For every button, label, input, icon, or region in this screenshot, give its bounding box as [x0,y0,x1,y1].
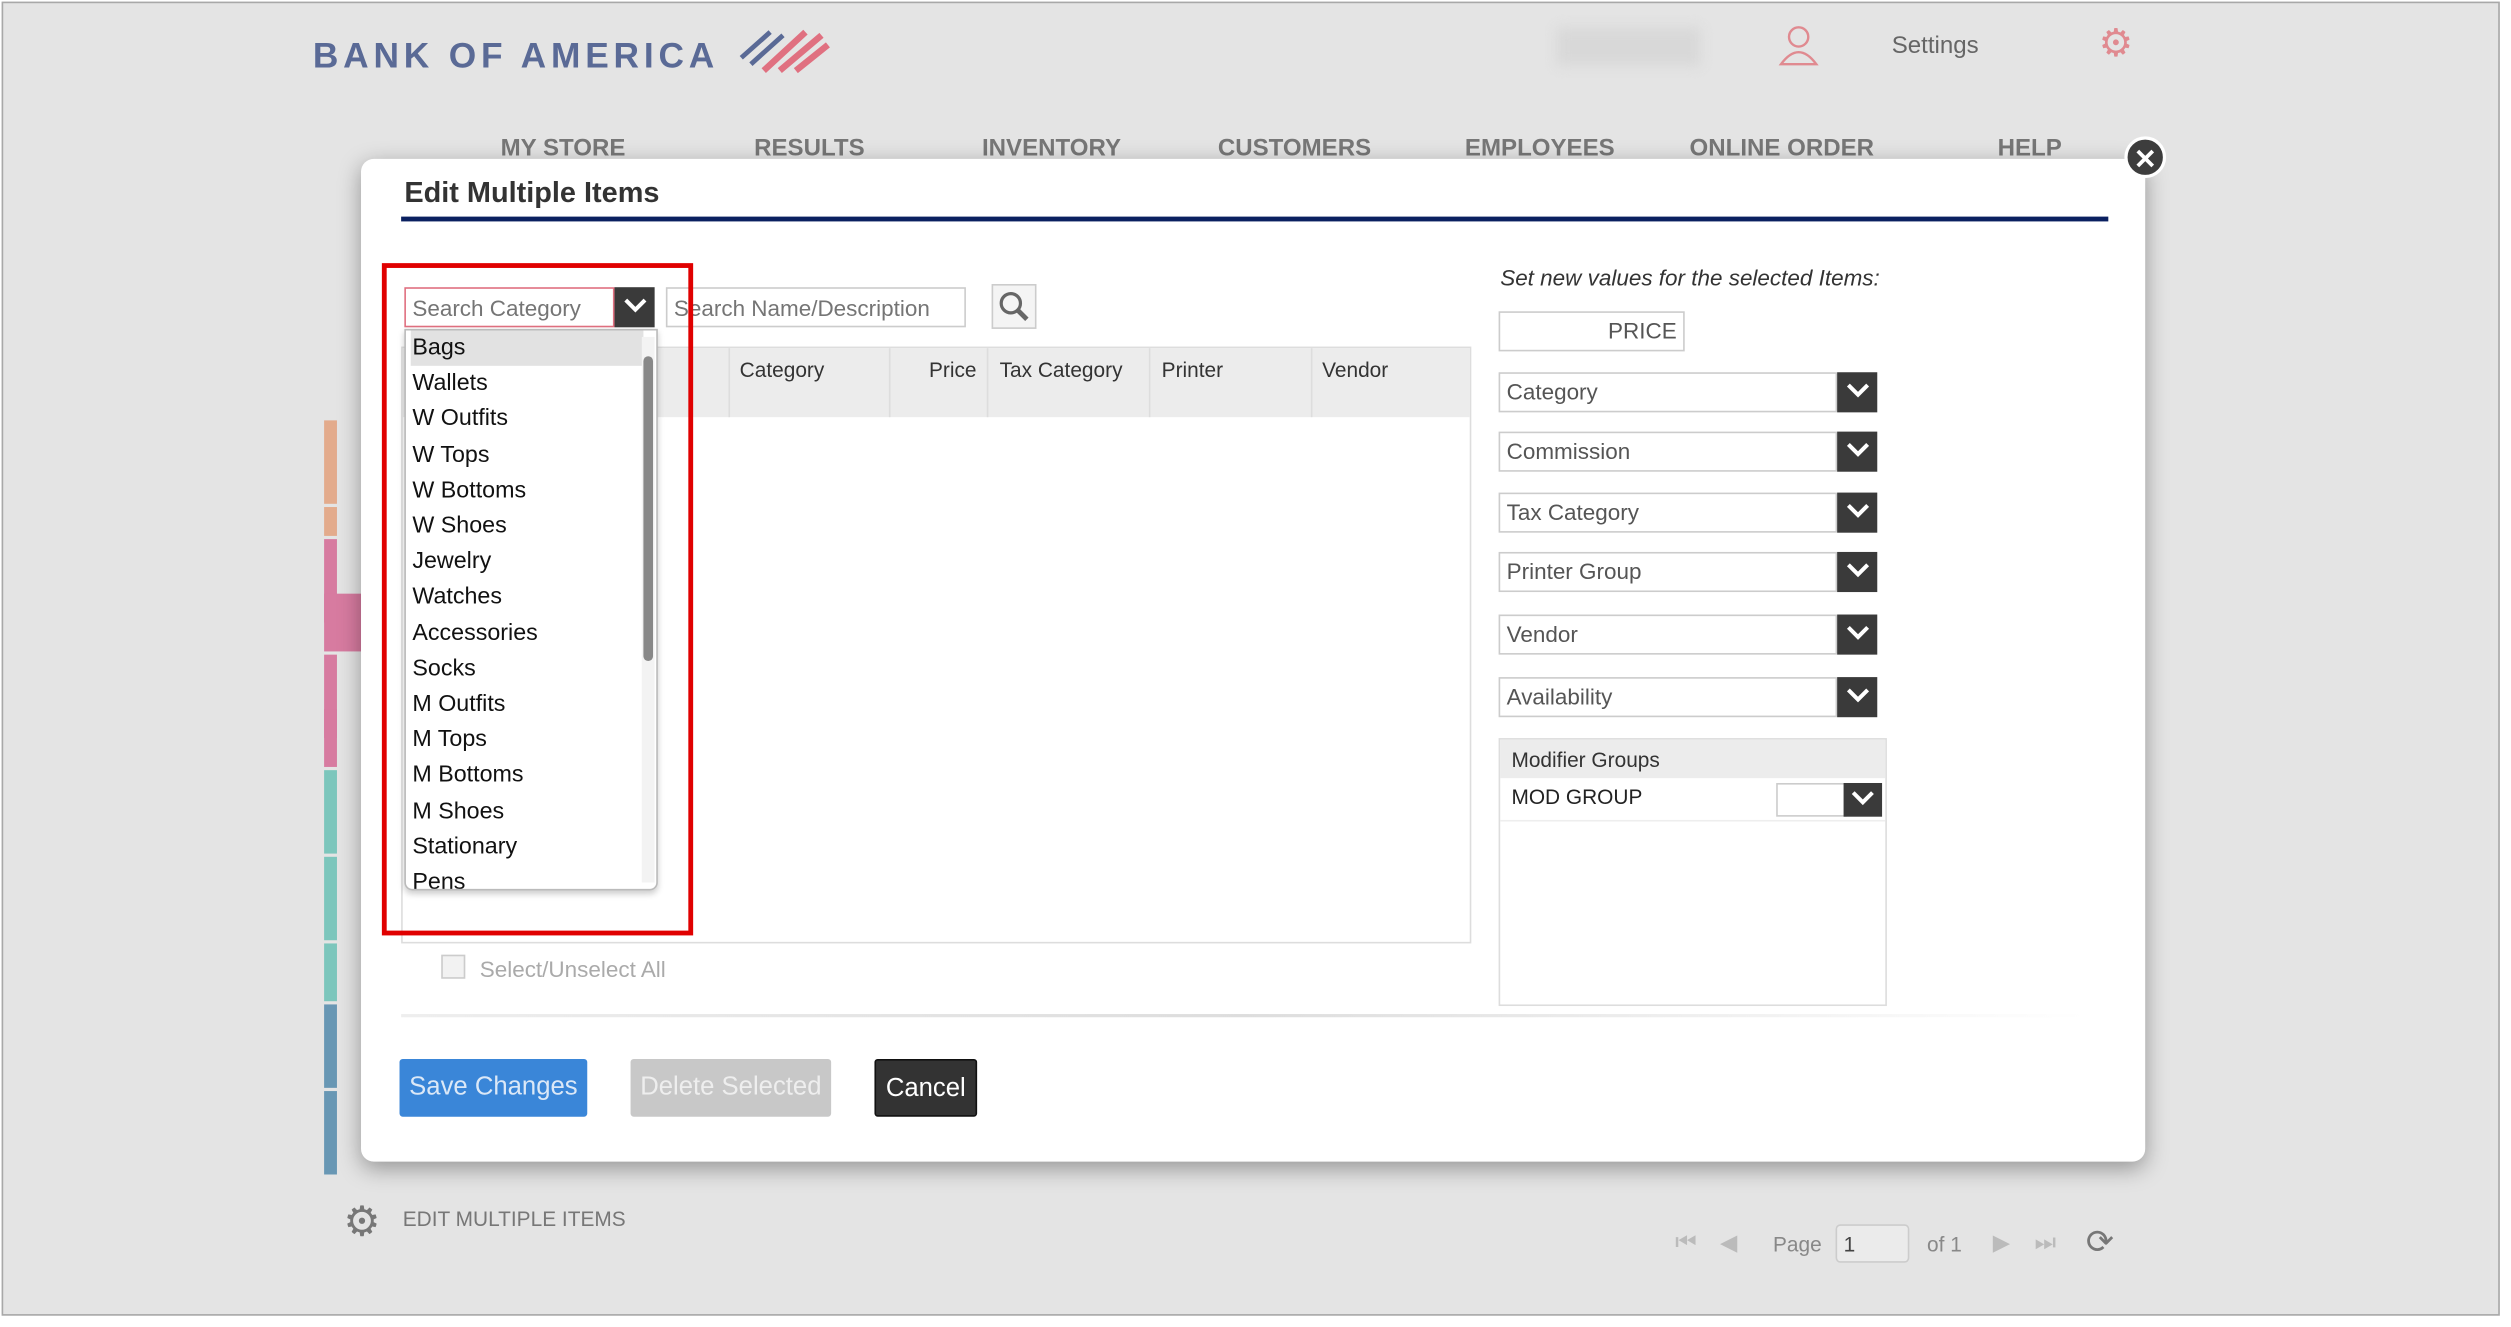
chevron-down-icon [1846,443,1869,457]
brand-logo: BANK OF AMERICA [312,35,720,76]
gear-icon[interactable]: ⚙ [2099,21,2134,68]
dropdown-button[interactable] [1837,551,1878,593]
column-vendor[interactable]: Vendor [1322,358,1388,382]
select-value[interactable]: Availability [1498,677,1838,718]
select-tax-category[interactable]: Tax Category [1498,492,1878,533]
prev-page-button[interactable]: ◀ [1720,1229,1737,1256]
refresh-icon[interactable]: ⟳ [2086,1223,2114,1263]
right-panel-heading: Set new values for the selected Items: [1500,264,1880,291]
dialog-title: Edit Multiple Items [404,176,660,209]
last-page-button[interactable]: ⏭ [2035,1229,2057,1256]
dropdown-button[interactable] [1837,372,1878,413]
delete-selected-button[interactable]: Delete Selected [630,1058,832,1117]
column-category[interactable]: Category [740,358,825,382]
modifier-group-row: MOD GROUP [1500,778,1886,822]
save-changes-button[interactable]: Save Changes [399,1058,588,1117]
app-window: BANK OF AMERICA Settings ⚙ MY STORE RESU… [1,1,2500,1316]
select-value[interactable]: Tax Category [1498,492,1838,533]
modifier-group-name: MOD GROUP [1511,784,1643,809]
page-label: Page [1772,1232,1822,1257]
select-printer-group[interactable]: Printer Group [1498,551,1878,593]
modifier-group-select[interactable] [1776,782,1847,817]
highlight-box [381,263,694,936]
chevron-down-icon [1851,791,1874,806]
chevron-down-icon [1846,688,1869,703]
select-value[interactable]: Category [1498,372,1838,413]
dropdown-button[interactable] [1837,431,1878,472]
select-value[interactable]: Vendor [1498,614,1838,655]
flag-logo-icon [739,29,830,74]
dropdown-button[interactable] [1837,677,1878,718]
modifier-groups-header: Modifier Groups [1500,739,1886,779]
chevron-down-icon [1846,563,1869,578]
chevron-down-icon [1846,503,1869,518]
select-all-checkbox[interactable] [441,954,466,979]
search-name-input[interactable] [665,287,966,328]
close-dialog-button[interactable]: ✕ [2124,136,2167,179]
search-button[interactable] [991,283,1037,329]
select-value[interactable]: Commission [1498,431,1838,472]
divider [401,1014,2086,1018]
modifier-groups-panel: Modifier Groups MOD GROUP [1498,738,1887,1007]
select-all-label: Select/Unselect All [479,956,666,982]
search-icon [999,292,1029,321]
page-count: of 1 [1927,1232,1962,1257]
chevron-down-icon [1846,625,1869,640]
chevron-down-icon [1846,383,1869,398]
select-value[interactable]: Printer Group [1498,551,1838,593]
gear-icon: ⚙ [343,1196,381,1246]
next-page-button[interactable]: ▶ [1993,1229,2010,1256]
edit-multiple-items-dialog: Edit Multiple Items Category Price Tax C… [361,158,2146,1162]
column-tax-category[interactable]: Tax Category [1000,358,1123,382]
cancel-button[interactable]: Cancel [874,1058,978,1117]
first-page-button[interactable]: ⏮ [1675,1229,1697,1256]
select-vendor[interactable]: Vendor [1498,614,1878,655]
settings-link[interactable]: Settings [1892,32,1979,59]
price-input[interactable]: PRICE [1498,311,1685,352]
column-printer[interactable]: Printer [1162,358,1223,382]
page-input[interactable]: 1 [1835,1224,1910,1263]
dropdown-button[interactable] [1837,614,1878,655]
column-price[interactable]: Price [929,358,977,382]
section-label: EDIT MULTIPLE ITEMS [402,1206,626,1231]
select-availability[interactable]: Availability [1498,677,1878,718]
user-icon[interactable] [1778,24,1820,66]
modifier-dropdown-button[interactable] [1843,782,1883,817]
dropdown-button[interactable] [1837,492,1878,533]
username-blurred [1556,27,1701,66]
select-category[interactable]: Category [1498,372,1878,413]
title-divider [401,216,2109,222]
select-commission[interactable]: Commission [1498,431,1878,472]
